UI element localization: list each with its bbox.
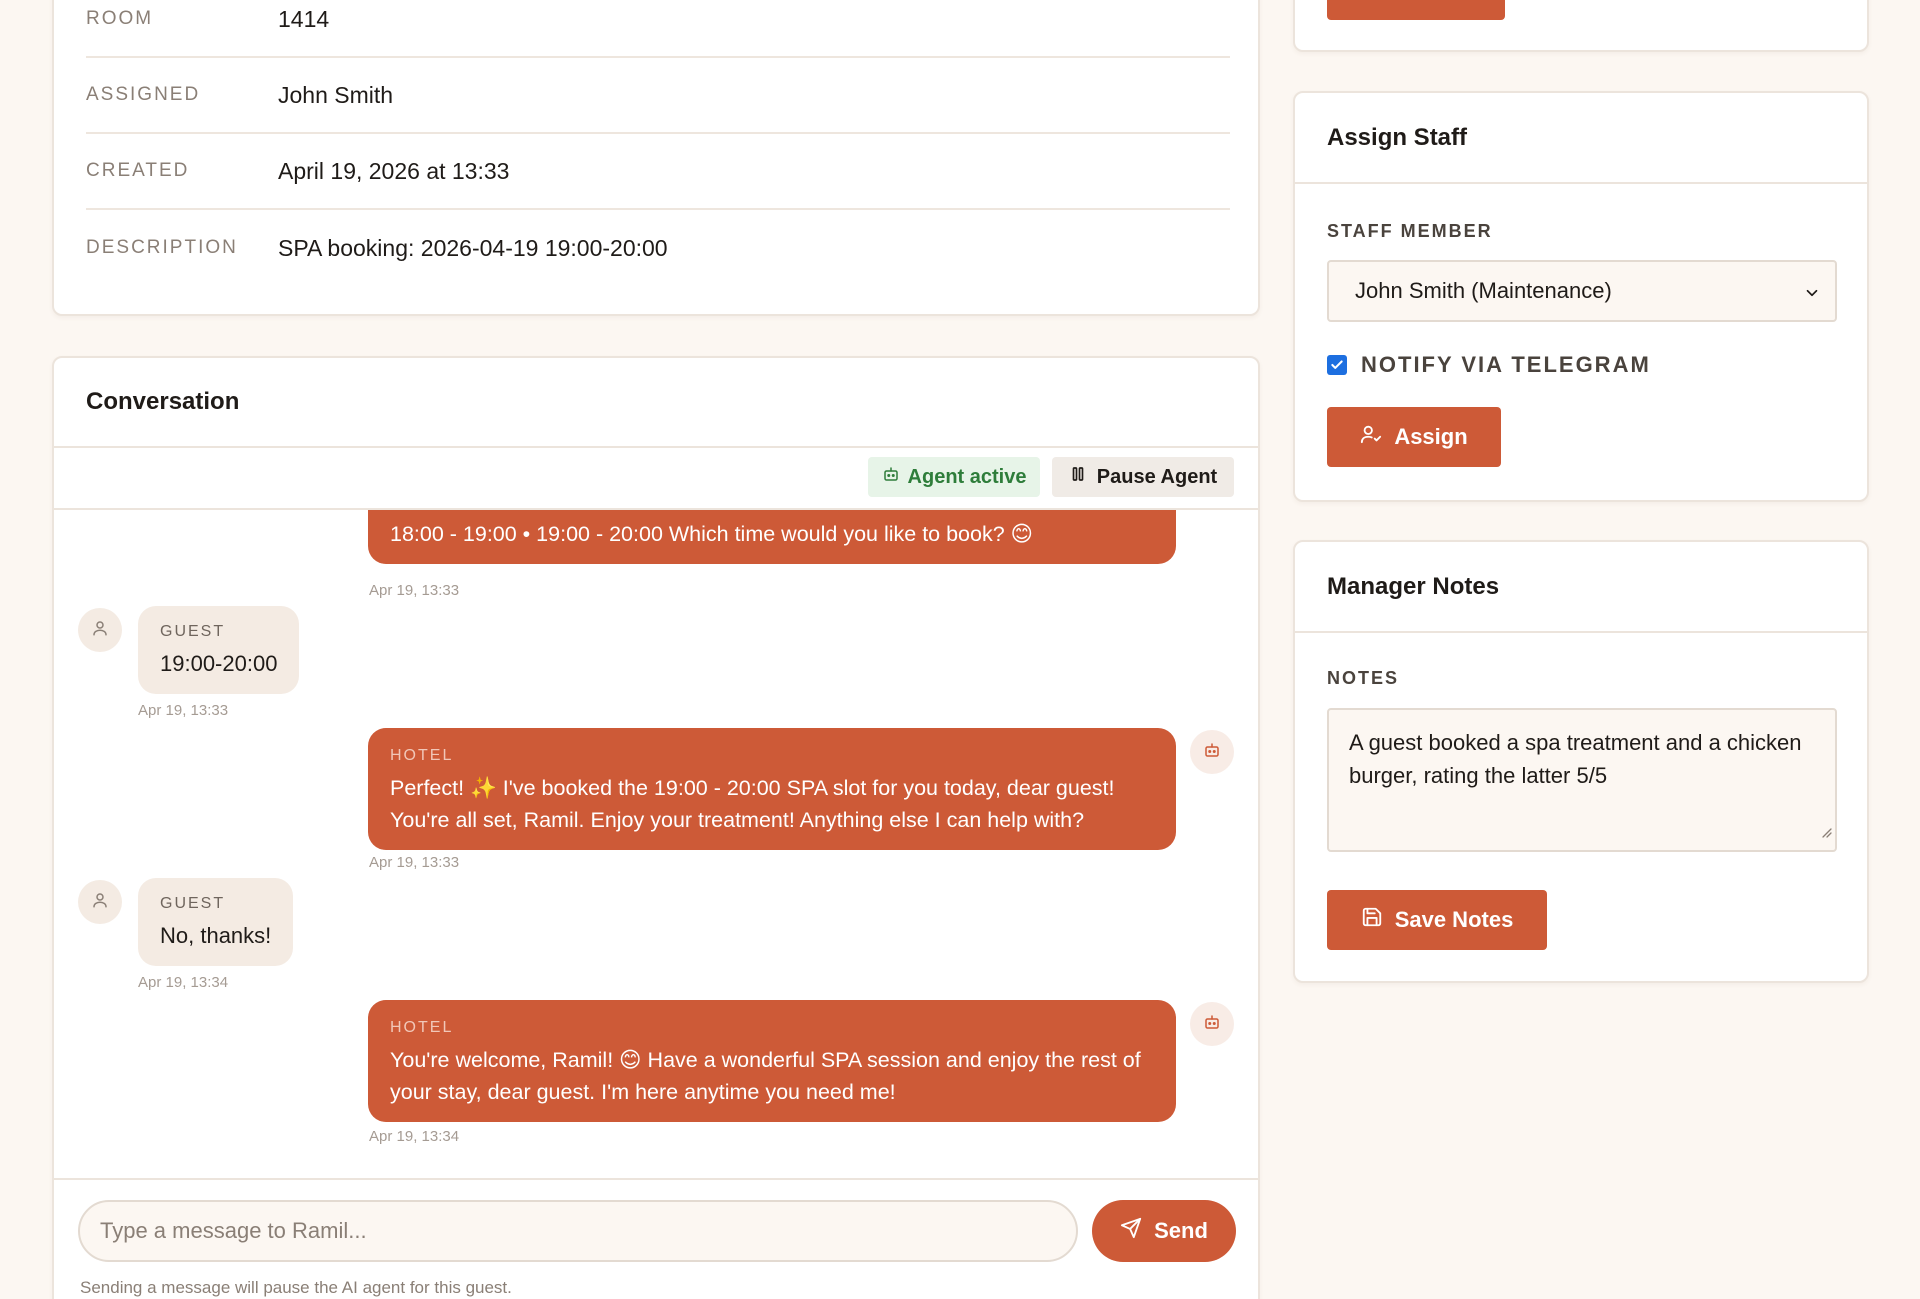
assigned-staff: John Smith — [278, 81, 394, 108]
robot-icon — [1203, 741, 1221, 764]
guest-avatar — [78, 880, 122, 924]
message-composer: Send Sending a message will pause the AI… — [54, 1178, 1258, 1299]
conversation-header: Conversation — [54, 358, 1258, 448]
bot-avatar — [1190, 730, 1234, 774]
conversation-card: Conversation Agent active Pause Agent 13… — [52, 356, 1260, 1299]
notify-telegram-label[interactable]: NOTIFY VIA TELEGRAM — [1361, 352, 1651, 378]
pause-icon — [1069, 465, 1087, 489]
message-timestamp: Apr 19, 13:34 — [138, 974, 229, 991]
guest-message: GUEST No, thanks! — [138, 878, 294, 966]
staff-member-select[interactable]: John Smith (Maintenance) — [1327, 260, 1837, 322]
user-check-icon — [1360, 423, 1382, 451]
message-input[interactable] — [78, 1200, 1078, 1262]
conversation-toolbar: Agent active Pause Agent — [54, 448, 1258, 510]
message-text: You're welcome, Ramil! 😊 Have a wonderfu… — [390, 1048, 1141, 1104]
hotel-message: 13:00 - 14:00 • 14:00 - 15:00 • 15:00 - … — [368, 510, 1176, 564]
staff-member-value: John Smith (Maintenance) — [1355, 278, 1612, 303]
user-icon — [91, 891, 109, 914]
save-notes-label: Save Notes — [1394, 907, 1514, 932]
detail-row-assigned: ASSIGNED John Smith — [86, 58, 1230, 134]
detail-label: ASSIGNED — [86, 84, 201, 105]
notes-value: A guest booked a spa treatment and a chi… — [1349, 730, 1802, 788]
hotel-message: HOTEL Perfect! ✨ I've booked the 19:00 -… — [368, 728, 1176, 850]
pause-agent-button[interactable]: Pause Agent — [1052, 457, 1234, 497]
ticket-details-card: ROOM 1414 ASSIGNED John Smith CREATED Ap… — [52, 0, 1260, 316]
message-timestamp: Apr 19, 13:34 — [369, 1128, 460, 1145]
assign-staff-title: Assign Staff — [1327, 123, 1468, 151]
notify-telegram-checkbox[interactable] — [1327, 355, 1347, 375]
manager-notes-card: Manager Notes NOTES A guest booked a spa… — [1293, 540, 1869, 983]
sender-label: GUEST — [160, 623, 226, 640]
assign-staff-header: Assign Staff — [1295, 93, 1867, 184]
room-number: 1414 — [278, 5, 330, 32]
send-label: Send — [1154, 1218, 1208, 1243]
send-icon — [1120, 1217, 1142, 1245]
pause-agent-label: Pause Agent — [1096, 465, 1218, 488]
action-card — [1293, 0, 1869, 52]
agent-status-badge: Agent active — [868, 457, 1040, 497]
notify-telegram-row: NOTIFY VIA TELEGRAM — [1327, 352, 1651, 378]
agent-status-label: Agent active — [907, 465, 1027, 488]
assign-staff-card: Assign Staff STAFF MEMBER John Smith (Ma… — [1293, 91, 1869, 502]
composer-hint: Sending a message will pause the AI agen… — [80, 1278, 512, 1297]
detail-row-description: DESCRIPTION SPA booking: 2026-04-19 19:0… — [86, 210, 1230, 286]
conversation-title: Conversation — [86, 388, 240, 415]
primary-action-button[interactable] — [1327, 0, 1505, 20]
chevron-down-icon — [1803, 282, 1821, 308]
created-date: April 19, 2026 at 13:33 — [278, 157, 510, 184]
message-text: 13:00 - 14:00 • 14:00 - 15:00 • 15:00 - … — [390, 510, 1115, 546]
message-timestamp: Apr 19, 13:33 — [369, 854, 460, 871]
sender-label: HOTEL — [390, 747, 454, 764]
message-list[interactable]: 13:00 - 14:00 • 14:00 - 15:00 • 15:00 - … — [54, 510, 1258, 1186]
notes-label: NOTES — [1327, 668, 1400, 688]
message-text: No, thanks! — [160, 923, 272, 948]
bot-avatar — [1190, 1002, 1234, 1046]
staff-member-label: STAFF MEMBER — [1327, 221, 1493, 241]
robot-icon — [1203, 1013, 1221, 1036]
hotel-message: HOTEL You're welcome, Ramil! 😊 Have a wo… — [368, 1000, 1176, 1122]
guest-avatar — [78, 608, 122, 652]
sender-label: GUEST — [160, 895, 226, 912]
robot-icon — [882, 465, 900, 489]
assign-label: Assign — [1394, 424, 1468, 449]
guest-message: GUEST 19:00-20:00 — [138, 606, 300, 694]
user-icon — [91, 619, 109, 642]
manager-notes-title: Manager Notes — [1327, 572, 1500, 600]
detail-label: DESCRIPTION — [86, 237, 238, 258]
manager-notes-header: Manager Notes — [1295, 542, 1867, 633]
save-icon — [1361, 906, 1383, 934]
assign-button[interactable]: Assign — [1327, 407, 1501, 467]
message-timestamp: Apr 19, 13:33 — [138, 702, 229, 719]
sender-label: HOTEL — [390, 1019, 454, 1036]
message-text: 19:00-20:00 — [160, 651, 278, 676]
send-button[interactable]: Send — [1092, 1200, 1236, 1262]
resize-handle-icon[interactable] — [1820, 814, 1832, 847]
detail-row-room: ROOM 1414 — [86, 0, 1230, 58]
detail-label: ROOM — [86, 8, 154, 29]
message-text: Perfect! ✨ I've booked the 19:00 - 20:00… — [390, 776, 1115, 832]
ticket-description: SPA booking: 2026-04-19 19:00-20:00 — [278, 234, 668, 261]
message-timestamp: Apr 19, 13:33 — [369, 582, 460, 599]
detail-label: CREATED — [86, 160, 190, 181]
detail-row-created: CREATED April 19, 2026 at 13:33 — [86, 134, 1230, 210]
notes-textarea[interactable]: A guest booked a spa treatment and a chi… — [1327, 708, 1837, 852]
save-notes-button[interactable]: Save Notes — [1327, 890, 1547, 950]
